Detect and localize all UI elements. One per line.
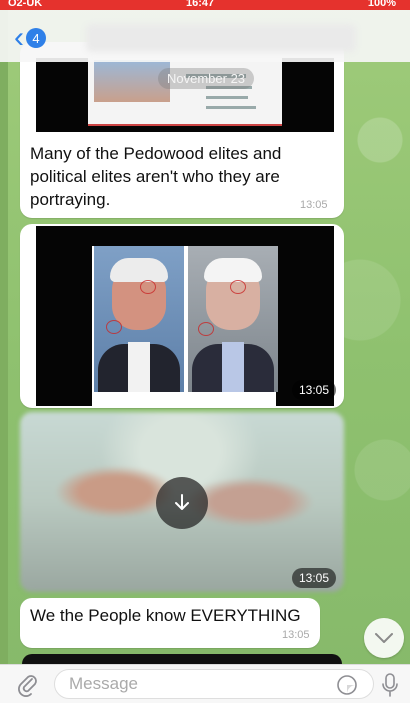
portrait-left <box>94 246 184 392</box>
video-time: 13:05 <box>292 568 337 588</box>
microphone-icon <box>382 673 398 697</box>
date-chip: November 23 <box>158 68 255 89</box>
next-message-edge <box>22 654 342 664</box>
message-input-bar <box>0 664 410 703</box>
message-text: Many of the Pedowood elites and politica… <box>30 144 282 209</box>
download-button[interactable] <box>156 477 208 529</box>
clock: 16:47 <box>186 0 215 9</box>
photo-time: 13:05 <box>292 380 337 400</box>
chat-header: ‹ 4 <box>0 10 410 62</box>
wallpaper-edge <box>0 0 8 702</box>
photo-collage <box>92 246 278 406</box>
unread-badge: 4 <box>26 28 46 48</box>
chat-title-redacted[interactable] <box>86 24 356 52</box>
back-button[interactable]: ‹ 4 <box>14 21 58 54</box>
mic-button[interactable] <box>376 670 404 700</box>
sticker-icon <box>337 675 357 695</box>
chevron-left-icon: ‹ <box>14 21 24 54</box>
message-text: We the People know EVERYTHING <box>30 606 301 625</box>
message-time: 13:05 <box>282 629 310 641</box>
sticker-button[interactable] <box>334 672 360 698</box>
portrait-right <box>188 246 278 392</box>
carrier-label: O2-UK <box>8 0 43 9</box>
paperclip-icon <box>18 675 37 697</box>
scroll-down-button[interactable] <box>364 618 404 658</box>
status-bar: O2-UK 16:47 100% <box>0 0 410 10</box>
battery-label: 100% <box>367 0 396 9</box>
arrow-down-icon <box>175 494 189 510</box>
attach-button[interactable] <box>14 671 42 699</box>
chevron-down-icon <box>375 633 393 643</box>
message-time: 13:05 <box>300 199 328 211</box>
message-input[interactable] <box>54 669 374 699</box>
